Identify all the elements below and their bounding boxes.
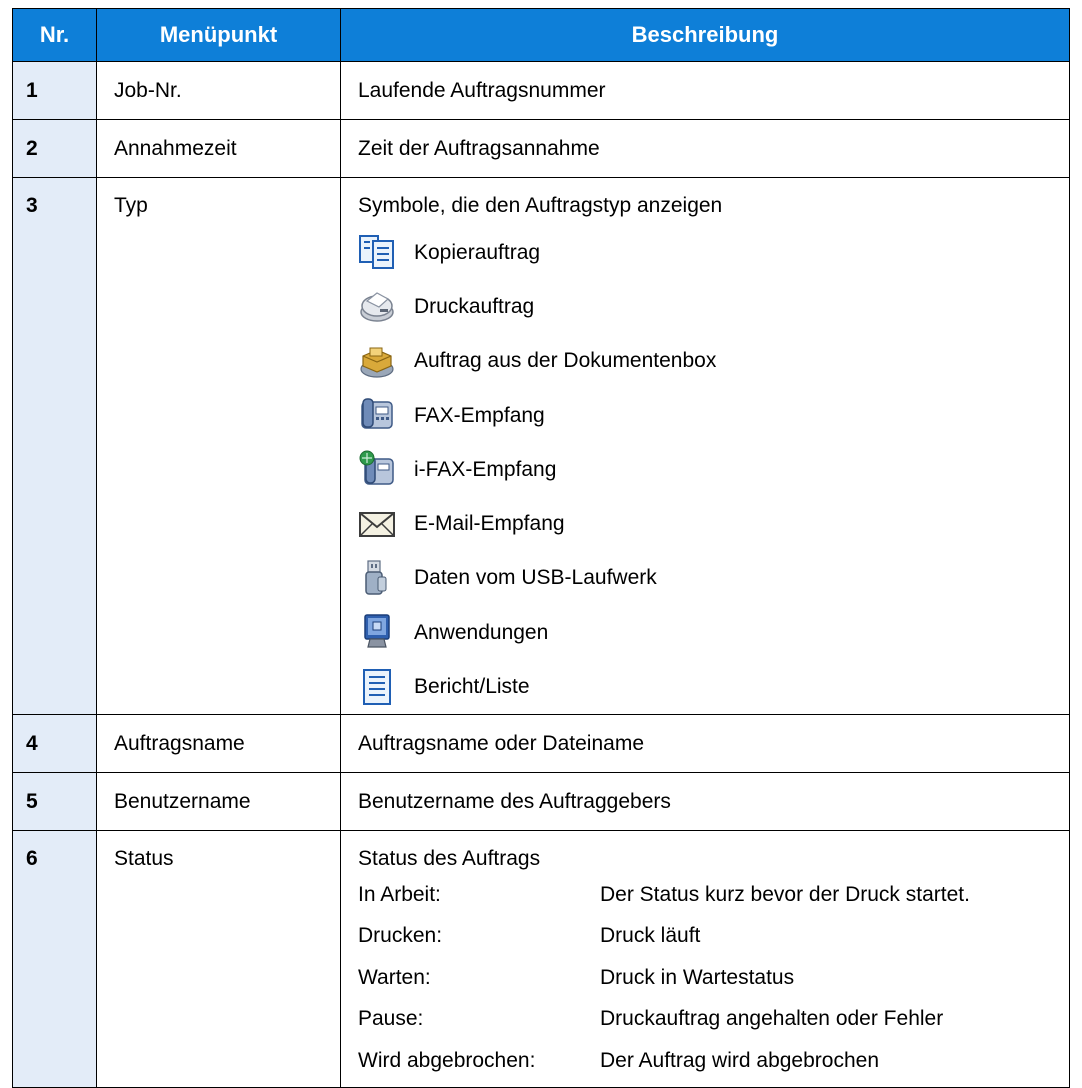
table-row: 3 Typ Symbole, die den Auftragstyp anzei…: [12, 177, 1070, 715]
row-number: 6: [12, 829, 97, 1088]
header-menu-item: Menüpunkt: [96, 8, 341, 62]
type-label: Kopierauftrag: [414, 240, 541, 264]
status-value: Druck läuft: [600, 924, 701, 948]
row-number: 2: [12, 119, 97, 178]
type-item: FAX-Empfang: [358, 388, 1069, 442]
type-item: E-Mail-Empfang: [358, 496, 1069, 550]
status-list: In Arbeit: Der Status kurz bevor der Dru…: [358, 874, 1069, 1082]
row-number: 1: [12, 61, 97, 120]
row-menu-item: Status: [96, 829, 341, 1088]
header-description: Beschreibung: [340, 8, 1070, 62]
row-menu-item: Annahmezeit: [96, 119, 341, 178]
type-label: Daten vom USB-Laufwerk: [414, 566, 657, 590]
status-value: Der Auftrag wird abgebrochen: [600, 1048, 879, 1072]
row-number: 4: [12, 713, 97, 773]
row-number: 3: [12, 177, 97, 715]
fax-icon: [361, 398, 393, 429]
table-row: 6 Status Status des Auftrags In Arbeit: …: [12, 829, 1070, 1088]
row-description: Laufende Auftragsnummer: [340, 61, 1070, 120]
type-item: Daten vom USB-Laufwerk: [358, 551, 1069, 605]
ifax-icon: [359, 450, 394, 486]
type-item: Kopierauftrag: [358, 225, 1069, 279]
table-row: 1 Job-Nr. Laufende Auftragsnummer: [12, 61, 1070, 120]
table-row: 4 Auftragsname Auftragsname oder Dateina…: [12, 713, 1070, 773]
row-menu-item: Job-Nr.: [96, 61, 341, 120]
status-value: Der Status kurz bevor der Druck startet.: [600, 882, 970, 906]
status-key: Wird abgebrochen:: [358, 1048, 536, 1072]
row-description: Benutzername des Auftraggebers: [340, 771, 1070, 831]
type-label: Druckauftrag: [414, 294, 535, 318]
header-nr: Nr.: [12, 8, 97, 62]
row-menu-item: Auftragsname: [96, 713, 341, 773]
type-label: E-Mail-Empfang: [414, 512, 565, 536]
row-description: Zeit der Auftragsannahme: [340, 119, 1070, 178]
row-description: Status des Auftrags In Arbeit: Der Statu…: [340, 829, 1070, 1088]
printer-icon: [360, 292, 394, 323]
type-item: Druckauftrag: [358, 279, 1069, 333]
table-header-row: Nr. Menüpunkt Beschreibung: [12, 8, 1070, 62]
type-label: Auftrag aus der Dokumentenbox: [414, 349, 717, 373]
document-box-icon: [360, 347, 394, 378]
status-value: Druckauftrag angehalten oder Fehler: [600, 1007, 944, 1031]
table-row: 2 Annahmezeit Zeit der Auftragsannahme: [12, 119, 1070, 178]
copy-job-icon: [359, 235, 394, 270]
report-list-icon: [363, 668, 391, 705]
type-item: Bericht/Liste: [358, 659, 1069, 713]
type-item: Anwendungen: [358, 605, 1069, 659]
row-number: 5: [12, 771, 97, 831]
usb-drive-icon: [365, 560, 387, 595]
type-item: i-FAX-Empfang: [358, 442, 1069, 496]
type-label: i-FAX-Empfang: [414, 457, 557, 481]
status-value: Druck in Wartestatus: [600, 965, 795, 989]
envelope-icon: [359, 511, 395, 537]
status-key: Drucken:: [358, 924, 443, 948]
row-menu-item: Benutzername: [96, 771, 341, 831]
type-label: FAX-Empfang: [414, 403, 545, 427]
row-description: Symbole, die den Auftragstyp anzeigen Ko…: [340, 177, 1070, 715]
status-key: Warten:: [358, 965, 431, 989]
status-key: Pause:: [358, 1007, 424, 1031]
application-icon: [364, 614, 390, 648]
type-label: Bericht/Liste: [414, 675, 530, 699]
row-description: Auftragsname oder Dateiname: [340, 713, 1070, 773]
type-item: Auftrag aus der Dokumentenbox: [358, 334, 1069, 388]
status-key: In Arbeit:: [358, 882, 441, 906]
table-row: 5 Benutzername Benutzername des Auftragg…: [12, 771, 1070, 831]
row-menu-item: Typ: [96, 177, 341, 715]
job-status-table: Nr. Menüpunkt Beschreibung 1 Job-Nr. Lau…: [12, 8, 1070, 1088]
type-label: Anwendungen: [414, 620, 549, 644]
